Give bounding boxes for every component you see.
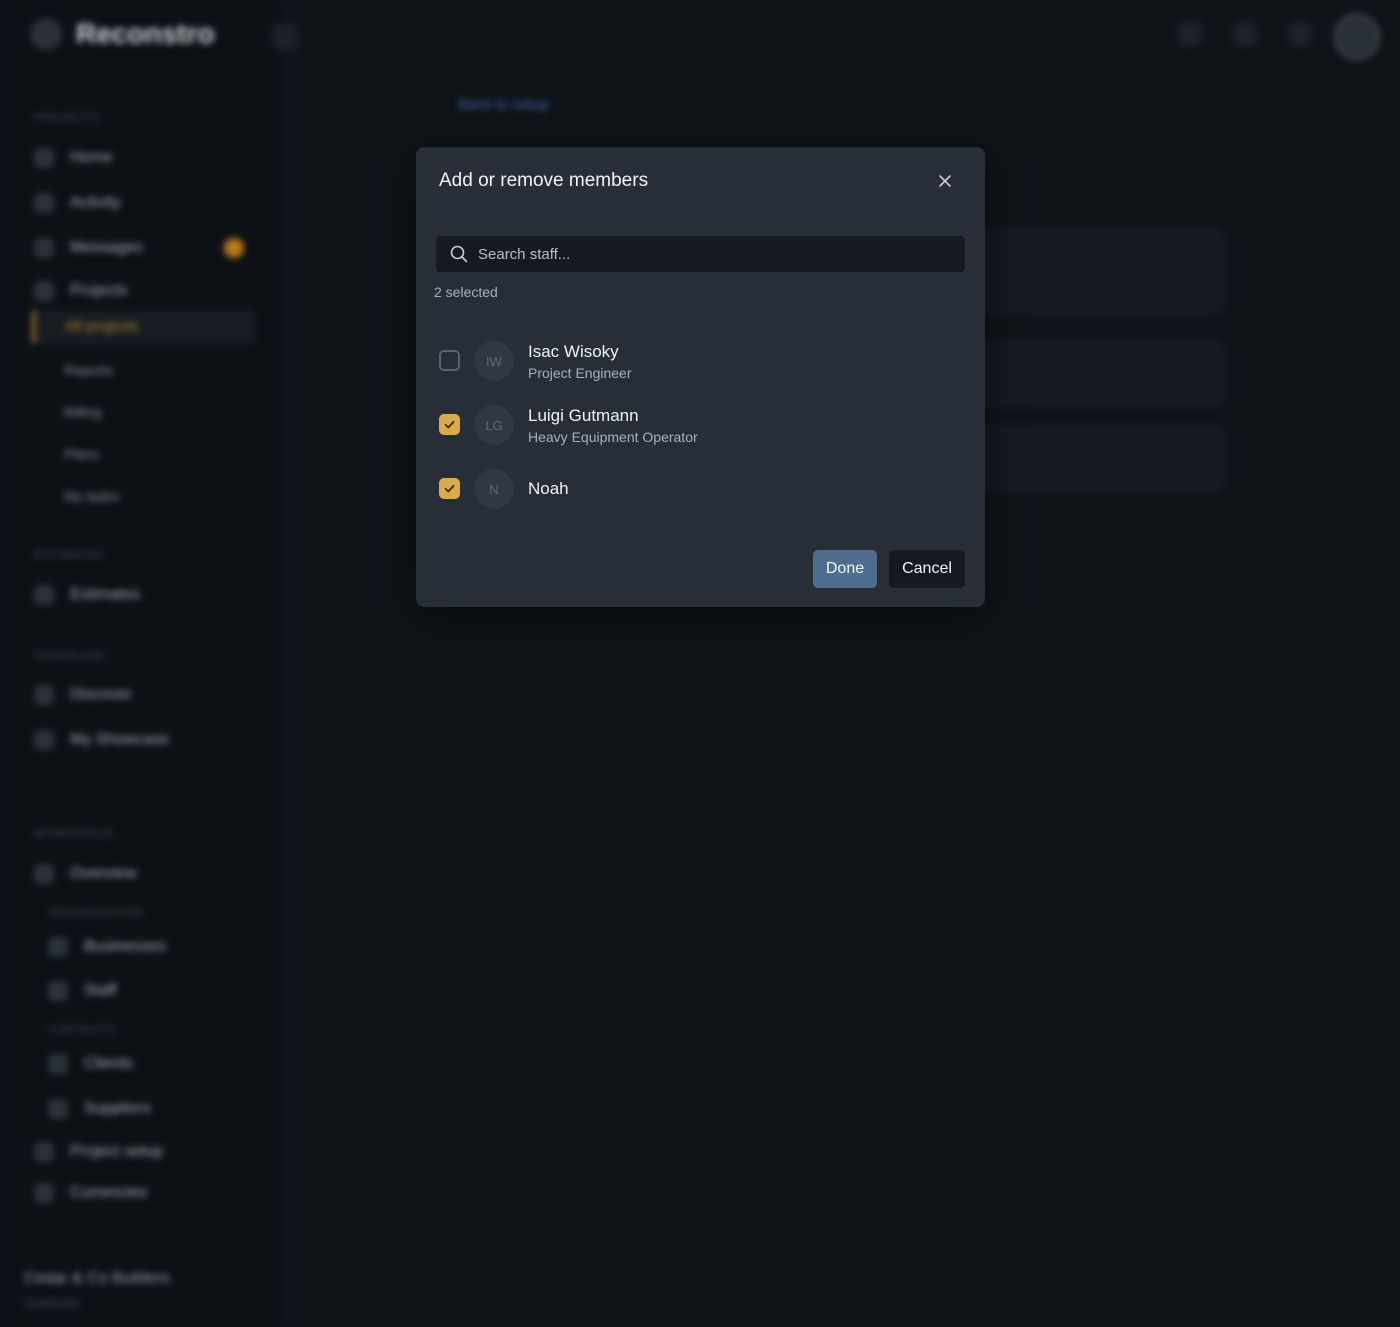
sidebar-item-clients[interactable]: Clients — [48, 1054, 133, 1074]
section-label-estimates: ESTIMATES — [34, 549, 105, 561]
activity-icon — [34, 193, 54, 213]
projects-icon — [34, 281, 54, 301]
section-label-contacts: CONTACTS — [48, 1024, 116, 1036]
sidebar-item-activity[interactable]: Activity — [34, 193, 121, 213]
done-button[interactable]: Done — [813, 550, 877, 588]
divider — [416, 530, 985, 531]
search-icon — [450, 245, 468, 263]
overview-icon — [34, 864, 54, 884]
messages-icon — [34, 238, 54, 258]
settings-icon[interactable] — [1233, 22, 1257, 46]
member-row[interactable]: IW Isac Wisoky Project Engineer — [416, 333, 985, 389]
sidebar-collapse-button[interactable] — [272, 24, 298, 50]
check-icon — [444, 420, 455, 429]
member-row[interactable]: N Noah — [416, 461, 985, 517]
section-label-projects: PROJECTS — [34, 112, 101, 124]
sidebar-item-suppliers[interactable]: Suppliers — [48, 1099, 151, 1119]
sidebar-item-home[interactable]: Home — [34, 148, 113, 168]
sidebar-item-overview[interactable]: Overview — [34, 864, 137, 884]
member-checkbox[interactable] — [439, 478, 460, 499]
help-icon[interactable] — [1178, 22, 1202, 46]
notifications-icon[interactable] — [1288, 22, 1312, 46]
member-checkbox[interactable] — [439, 350, 460, 371]
members-modal: Add or remove members 2 selected IW Isac… — [416, 147, 985, 607]
sidebar-item-my-tasks[interactable]: My tasks — [64, 488, 119, 504]
sidebar-item-billing[interactable]: Billing — [64, 404, 101, 420]
member-role: Project Engineer — [528, 365, 632, 381]
user-avatar[interactable] — [1334, 14, 1380, 60]
setup-icon — [34, 1142, 54, 1162]
member-name: Noah — [528, 479, 569, 498]
staff-icon — [48, 981, 68, 1001]
avatar: N — [474, 469, 514, 509]
modal-header: Add or remove members — [416, 147, 985, 218]
logo-icon — [30, 18, 62, 50]
sidebar-item-all-projects[interactable]: All projects — [32, 310, 255, 344]
section-label-organization: ORGANIZATION — [48, 907, 143, 919]
currency-icon — [34, 1183, 54, 1203]
sidebar-item-businesses[interactable]: Businesses — [48, 937, 166, 957]
close-button[interactable] — [933, 169, 957, 193]
suppliers-icon — [48, 1099, 68, 1119]
member-role: Heavy Equipment Operator — [528, 429, 698, 445]
discover-icon — [34, 685, 54, 705]
sidebar-item-staff[interactable]: Staff — [48, 981, 117, 1001]
member-name: Luigi Gutmann — [528, 406, 639, 425]
sidebar-item-projects[interactable]: Projects — [34, 281, 128, 301]
divider — [416, 321, 985, 322]
section-label-showcase: SHOWCASE — [34, 650, 107, 662]
section-label-workspace: WORKSPACE — [34, 828, 114, 840]
org-role: Contractor — [24, 1296, 81, 1310]
sidebar-item-currencies[interactable]: Currencies — [34, 1183, 147, 1203]
home-icon — [34, 148, 54, 168]
org-name[interactable]: Cedar & Co Builders — [24, 1270, 170, 1288]
sidebar-item-my-showcase[interactable]: My Showcase — [34, 730, 170, 750]
check-icon — [444, 484, 455, 493]
close-icon — [939, 175, 951, 187]
brand: Reconstro — [30, 18, 214, 50]
modal-title: Add or remove members — [439, 170, 649, 191]
selected-count: 2 selected — [434, 284, 498, 300]
businesses-icon — [48, 937, 68, 957]
sidebar-item-reports[interactable]: Reports — [64, 362, 113, 378]
sidebar-item-discover[interactable]: Discover — [34, 685, 132, 705]
sidebar: Reconstro PROJECTS Home Activity Message… — [0, 0, 298, 1327]
search-input[interactable] — [476, 236, 965, 272]
estimates-icon — [34, 585, 54, 605]
showcase-icon — [34, 730, 54, 750]
clients-icon — [48, 1054, 68, 1074]
sidebar-item-project-setup[interactable]: Project setup — [34, 1142, 163, 1162]
avatar: LG — [474, 405, 514, 445]
member-row[interactable]: LG Luigi Gutmann Heavy Equipment Operato… — [416, 397, 985, 453]
avatar: IW — [474, 341, 514, 381]
messages-badge — [224, 238, 244, 258]
member-name: Isac Wisoky — [528, 342, 619, 361]
sidebar-item-estimates[interactable]: Estimates — [34, 585, 140, 605]
member-checkbox[interactable] — [439, 414, 460, 435]
back-to-setup-link[interactable]: Back to setup — [458, 96, 549, 113]
cancel-button[interactable]: Cancel — [889, 550, 965, 588]
sidebar-item-messages[interactable]: Messages — [34, 238, 143, 258]
sidebar-item-plans[interactable]: Plans — [64, 446, 99, 462]
brand-name: Reconstro — [76, 18, 215, 49]
search-box — [436, 236, 965, 272]
